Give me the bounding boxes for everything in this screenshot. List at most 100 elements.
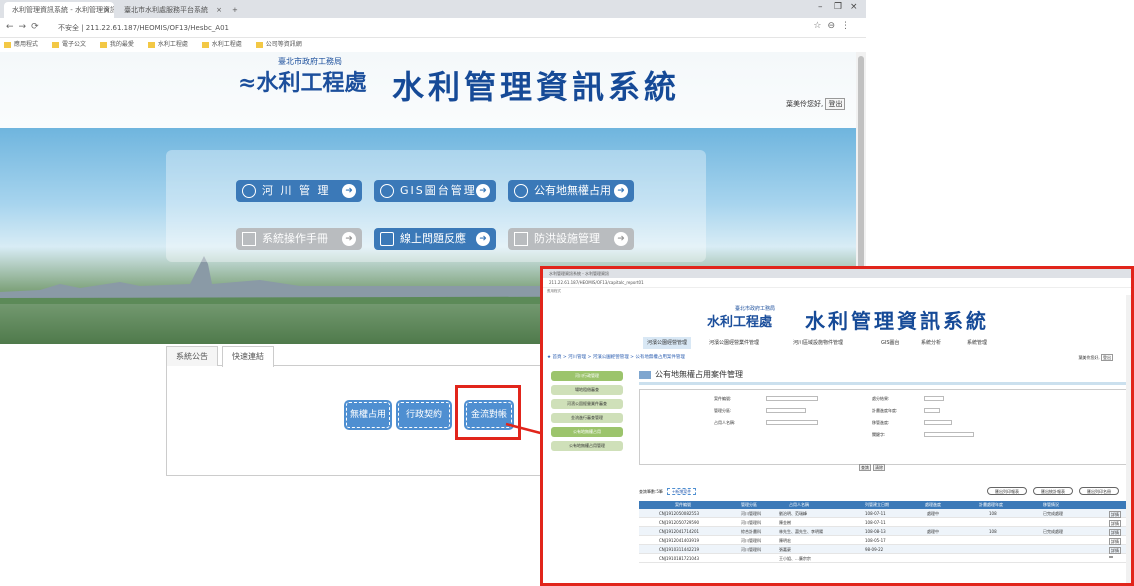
side-item[interactable]: 金流進行審查管理: [551, 413, 623, 423]
inset-tab: 水利管理資訊系統 - 水利管理資訊: [543, 269, 1131, 278]
table-cell: CNJ1912050082553: [659, 511, 700, 516]
col-header: 移管情況: [1043, 502, 1059, 507]
close-icon[interactable]: ×: [104, 2, 110, 18]
col-header: 計畫處理年度: [979, 502, 1003, 507]
new-tab-button[interactable]: +: [226, 2, 244, 18]
side-item[interactable]: 場地租借審查: [551, 385, 623, 395]
form-label: 案件編號:: [714, 396, 732, 401]
export-report-button[interactable]: 匯出列印報表: [987, 487, 1027, 495]
bookmark[interactable]: 水利工程處: [201, 41, 242, 48]
detail-button[interactable]: 詳情: [1109, 529, 1121, 536]
arrow-right-icon: ➜: [342, 232, 356, 246]
breadcrumb[interactable]: ★ 首頁 > 河川管理 > 河濱公園經營管理 > 公有地無權占用案件管理: [547, 354, 685, 360]
url-field[interactable]: 不安全 | 211.22.61.187/HEOMIS/OF13/Hesbc_A0…: [58, 21, 229, 35]
side-item[interactable]: 公有地無權占用: [551, 427, 623, 437]
side-item[interactable]: 公有地無權占用管理: [551, 441, 623, 451]
minimize-icon[interactable]: –: [818, 2, 823, 12]
district-select[interactable]: [766, 408, 806, 413]
table-cell: 劉治明、范瑞峰: [779, 511, 807, 516]
form-label: 占用人名稱:: [714, 420, 736, 425]
inset-scrollbar: [1126, 295, 1131, 583]
tab-quick-links[interactable]: 快速連結: [222, 346, 274, 367]
form-buttons: 查詢 清除: [859, 464, 887, 471]
tab-announcements[interactable]: 系統公告: [166, 346, 218, 366]
button-label: GIS圖台管理: [400, 184, 477, 197]
issue-report-button[interactable]: 線上問題反應 ➜: [374, 228, 496, 250]
book-icon: [242, 232, 256, 246]
detail-button[interactable]: 詳情: [1109, 511, 1121, 518]
window-close-icon[interactable]: ×: [850, 2, 858, 12]
inset-user: 葉美伶您好, 登出: [1078, 354, 1113, 361]
tab-title: 臺北市水利處服務平台系統: [124, 6, 208, 14]
lightbulb-icon: [242, 184, 256, 198]
operation-manual-button[interactable]: 系統操作手冊 ➜: [236, 228, 362, 250]
nav-item[interactable]: 河濱公園經營業件管理: [709, 337, 759, 349]
form-label: 關鍵字:: [872, 432, 886, 437]
table-cell: 108-08-13: [865, 529, 886, 534]
wave-icon: ≈: [238, 70, 257, 96]
arrow-right-icon: ➜: [614, 184, 628, 198]
browser-tab-1[interactable]: 水利管理資訊系統 - 水利管理資訊 ×: [4, 2, 114, 18]
link-admin-contract[interactable]: 行政契約: [396, 400, 452, 430]
transfer-select[interactable]: [924, 420, 952, 425]
table-cell: 108: [989, 529, 997, 534]
nav-item[interactable]: 河濱公園經營管理: [643, 337, 692, 349]
system-title: 水利管理資訊系統: [392, 68, 681, 106]
nav-arrows-icon[interactable]: ←→⟳: [6, 22, 44, 32]
search-button[interactable]: 查詢: [859, 464, 871, 471]
case-number-input[interactable]: [766, 396, 818, 401]
nav-item[interactable]: 河川區域設施物件管理: [793, 337, 843, 349]
table-cell: CNJ1912041403919: [659, 538, 700, 543]
table-cell: CNJ1910181721043: [659, 556, 700, 561]
nav-item[interactable]: GIS圖台: [881, 337, 900, 349]
detail-button[interactable]: 詳情: [1109, 538, 1121, 545]
inset-greeting: 葉美伶您好,: [1078, 355, 1100, 360]
table-cell: 河川管理科: [741, 538, 761, 543]
restore-icon[interactable]: ❐: [834, 2, 842, 12]
star-icon[interactable]: ☆⊖⋮: [813, 21, 856, 31]
nav-item[interactable]: 系統管理: [967, 337, 987, 349]
logout-button[interactable]: 登出: [825, 98, 846, 110]
add-case-button[interactable]: +新增案件: [666, 488, 697, 495]
bookmark[interactable]: 公司等資訊網: [255, 41, 302, 48]
occupant-input[interactable]: [766, 420, 818, 425]
clear-button[interactable]: 清除: [873, 464, 885, 471]
export-stats-button[interactable]: 匯出統計報表: [1033, 487, 1073, 495]
bookmark[interactable]: 電子公文: [51, 41, 86, 48]
table-row: CNJ1910311442219 河川管理科 張嘉豪 98-09-22 詳情: [639, 545, 1129, 554]
side-item[interactable]: 河川行政管理: [551, 371, 623, 381]
col-header: 處理進度: [925, 502, 941, 507]
detail-button[interactable]: 詳情: [1109, 520, 1121, 527]
col-header: 案件編號: [675, 502, 691, 507]
table-row: CNJ1912050729590 河川管理科 陳金樹 108-07-11 詳情: [639, 518, 1129, 527]
globe-icon: [380, 184, 394, 198]
close-icon[interactable]: ×: [216, 2, 222, 18]
table-row: CNJ1912050082553 河川管理科 劉治明、范瑞峰 108-07-11 處理中…: [639, 509, 1129, 518]
bookmark[interactable]: 應用程式: [4, 41, 38, 48]
export-roster-button[interactable]: 匯出列印名冊: [1079, 487, 1119, 495]
chart-icon: [514, 232, 528, 246]
detail-button[interactable]: [1109, 556, 1113, 558]
arrow-right-icon: ➜: [476, 184, 490, 198]
result-select[interactable]: [924, 396, 944, 401]
button-label: 公有地無權占用: [534, 184, 611, 197]
detail-button[interactable]: 詳情: [1109, 547, 1121, 554]
river-management-button[interactable]: 河 川 管 理 ➜: [236, 180, 362, 202]
browser-tab-2[interactable]: 臺北市水利處服務平台系統 ×: [116, 2, 226, 18]
link-unauthorized-use[interactable]: 無權占用: [344, 400, 392, 430]
gis-management-button[interactable]: GIS圖台管理 ➜: [374, 180, 496, 202]
table-cell: 陳金樹: [779, 520, 791, 525]
inset-logout-button[interactable]: 登出: [1101, 354, 1113, 361]
bookmark[interactable]: 我的最愛: [99, 41, 134, 48]
table-cell: 陳明宏: [779, 538, 791, 543]
logo[interactable]: ≈水利工程處: [238, 65, 366, 97]
side-item[interactable]: 河濱公園經營業件審查: [551, 399, 623, 409]
bookmark[interactable]: 水利工程處: [147, 41, 188, 48]
keyword-input[interactable]: [924, 432, 974, 437]
unauthorized-land-use-button[interactable]: 公有地無權占用 ➜: [508, 180, 634, 202]
table-cell: 已完成處理: [1043, 529, 1063, 534]
flood-control-button[interactable]: 防洪設施管理 ➜: [508, 228, 634, 250]
year-select[interactable]: [924, 408, 940, 413]
nav-item[interactable]: 系統分析: [921, 337, 941, 349]
search-form: 案件編號: 管理分區: 占用人名稱: 處分結果: 計畫進度年度: 移管進度: 關…: [639, 389, 1129, 465]
